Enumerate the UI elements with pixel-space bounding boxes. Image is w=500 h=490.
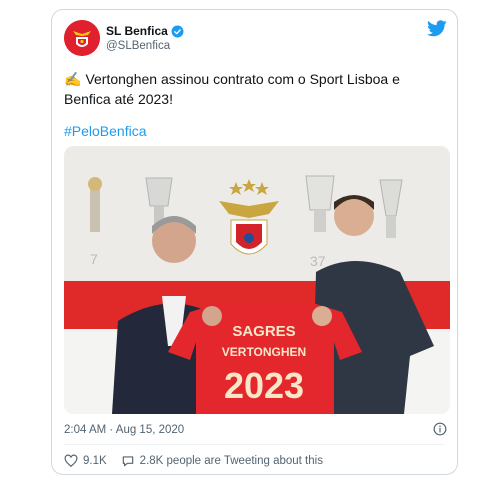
signing-photo: 7 37 SAGRES VERTONGHEN 2023 — [64, 146, 450, 414]
conversation-text: 2.8K people are Tweeting about this — [139, 455, 323, 467]
display-name[interactable]: SL Benfica — [106, 24, 168, 38]
writing-hand-icon: ✍️ — [64, 71, 82, 87]
comment-bubble-icon — [122, 456, 133, 467]
tweet-photo[interactable]: 7 37 SAGRES VERTONGHEN 2023 — [64, 146, 450, 414]
shirt-sponsor-text: SAGRES — [232, 323, 295, 340]
twitter-bird-icon[interactable] — [427, 20, 447, 37]
wall-number-7: 7 — [90, 251, 98, 267]
info-icon[interactable] — [433, 422, 447, 436]
like-count: 9.1K — [83, 455, 107, 467]
tweet-card: SL Benfica @SLBenfica ✍️ Vertonghen assin… — [51, 9, 458, 475]
shirt-name-text: VERTONGHEN — [222, 345, 306, 359]
shirt-2023: SAGRES VERTONGHEN 2023 — [168, 304, 362, 414]
tweet-body: Vertonghen assinou contrato com o Sport … — [64, 71, 400, 107]
divider — [64, 444, 445, 445]
benfica-crest-icon — [64, 20, 100, 56]
user-handle[interactable]: @SLBenfica — [106, 40, 170, 52]
avatar[interactable] — [64, 20, 100, 56]
hashtag-link[interactable]: #PeloBenfica — [64, 123, 147, 139]
shirt-year-text: 2023 — [224, 365, 304, 406]
verified-badge-icon — [171, 25, 184, 37]
conversation-button[interactable]: 2.8K people are Tweeting about this — [121, 454, 323, 468]
heart-icon — [64, 454, 78, 468]
trophy-left-icon — [88, 177, 102, 232]
tweet-timestamp[interactable]: 2:04 AM · Aug 15, 2020 — [64, 424, 184, 436]
like-button[interactable]: 9.1K — [64, 454, 107, 468]
wall-number-37: 37 — [310, 253, 326, 269]
tweet-text: ✍️ Vertonghen assinou contrato com o Spor… — [64, 69, 449, 109]
